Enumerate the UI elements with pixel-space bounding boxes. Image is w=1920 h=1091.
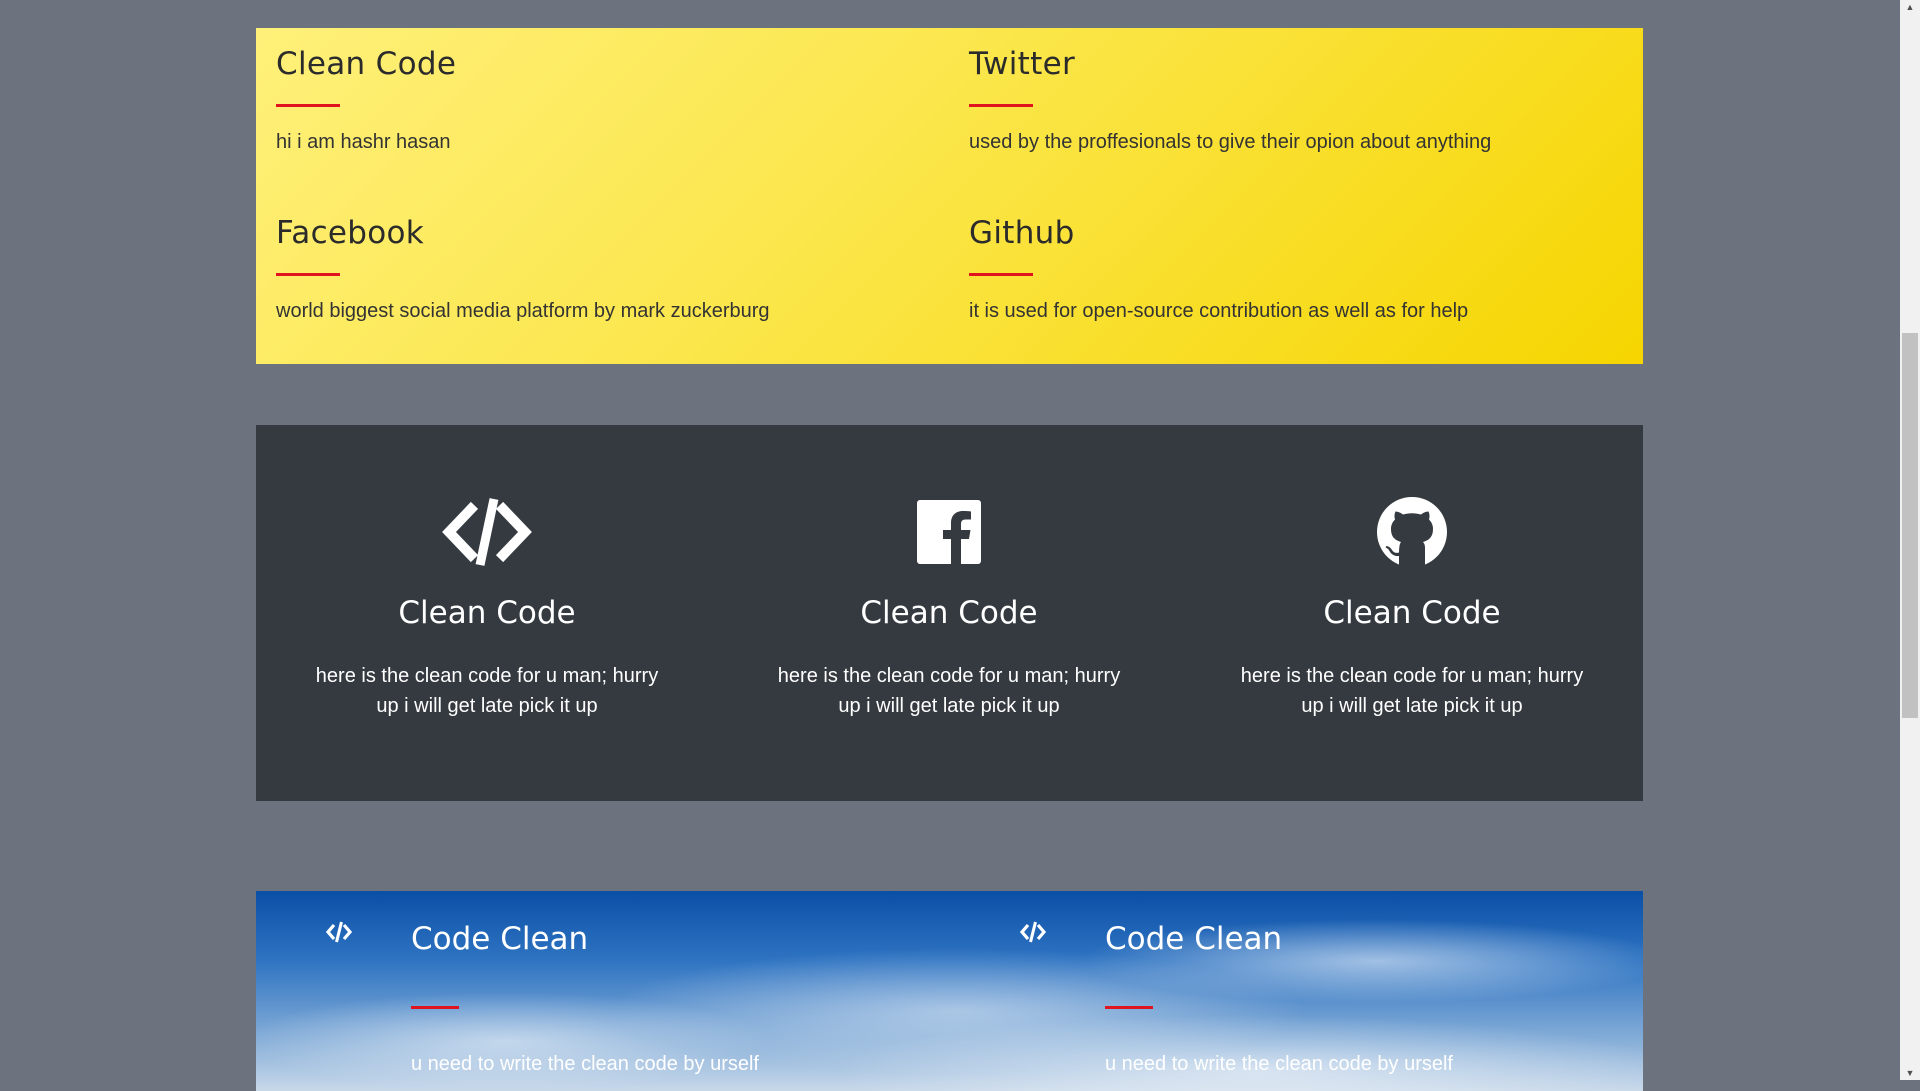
info-card-text: it is used for open-source contribution … — [969, 300, 1469, 322]
sky-section: Code Clean u need to write the clean cod… — [256, 891, 1643, 1091]
vertical-scrollbar[interactable]: ▲ ▼ — [1900, 0, 1920, 1080]
title-underline — [276, 273, 340, 276]
feature-text: here is the clean code for u man; hurry … — [777, 665, 1121, 717]
info-card-title: Github — [969, 215, 1075, 251]
info-card-text: world biggest social media platform by m… — [276, 300, 770, 322]
facebook-icon — [749, 495, 1149, 569]
sky-card-title: Code Clean — [411, 921, 589, 957]
scrollbar-thumb[interactable] — [1902, 333, 1918, 718]
info-card-text: hi i am hashr hasan — [276, 131, 451, 153]
feature-title: Clean Code — [860, 595, 1038, 631]
info-card-text: used by the proffesionals to give their … — [969, 131, 1492, 153]
github-icon — [1212, 495, 1612, 569]
feature-title: Clean Code — [398, 595, 576, 631]
features-section: Clean Code here is the clean code for u … — [256, 425, 1643, 801]
info-grid-section: Clean Code hi i am hashr hasan Twitter u… — [256, 28, 1643, 364]
code-icon — [287, 495, 687, 569]
feature-text: here is the clean code for u man; hurry … — [1240, 665, 1584, 717]
feature-card: Clean Code here is the clean code for u … — [1212, 495, 1612, 721]
title-underline — [969, 104, 1033, 107]
feature-title: Clean Code — [1323, 595, 1501, 631]
code-icon — [325, 921, 353, 948]
title-underline — [1105, 1006, 1153, 1009]
sky-card-title: Code Clean — [1105, 921, 1283, 957]
info-card-title: Clean Code — [276, 46, 457, 82]
info-card-twitter: Twitter used by the proffesionals to giv… — [969, 46, 1629, 154]
title-underline — [411, 1006, 459, 1009]
feature-card: Clean Code here is the clean code for u … — [749, 495, 1149, 721]
info-card-clean-code: Clean Code hi i am hashr hasan — [276, 46, 936, 154]
feature-card: Clean Code here is the clean code for u … — [287, 495, 687, 721]
info-card-facebook: Facebook world biggest social media plat… — [276, 215, 936, 323]
code-icon — [1019, 921, 1047, 948]
title-underline — [969, 273, 1033, 276]
sky-card-text: u need to write the clean code by urself — [1105, 1053, 1453, 1075]
info-card-github: Github it is used for open-source contri… — [969, 215, 1629, 323]
title-underline — [276, 104, 340, 107]
info-card-title: Facebook — [276, 215, 425, 251]
info-card-title: Twitter — [969, 46, 1075, 82]
scroll-up-arrow-icon[interactable]: ▲ — [1900, 2, 1920, 12]
scroll-down-arrow-icon[interactable]: ▼ — [1900, 1068, 1920, 1078]
sky-card-text: u need to write the clean code by urself — [411, 1053, 759, 1075]
feature-text: here is the clean code for u man; hurry … — [315, 665, 659, 717]
